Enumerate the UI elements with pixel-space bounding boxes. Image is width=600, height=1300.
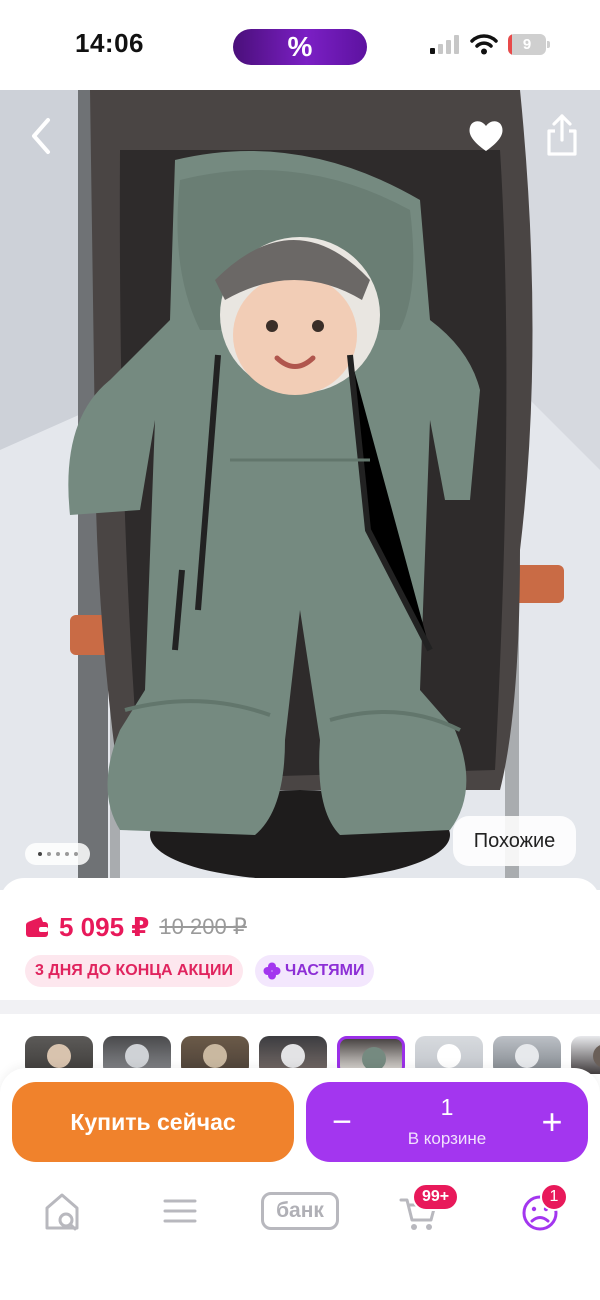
- wallet-icon: [26, 917, 48, 937]
- bank-tab[interactable]: банк: [261, 1192, 339, 1230]
- profile-notification-badge: 1: [540, 1183, 568, 1211]
- battery-icon: 9: [508, 34, 550, 55]
- pagination-dot: [37, 852, 42, 856]
- decrease-quantity-button[interactable]: −: [320, 1102, 364, 1142]
- product-gallery[interactable]: Похожие: [0, 90, 600, 890]
- back-arrow-icon[interactable]: [22, 112, 62, 160]
- signal-icon: [430, 34, 462, 54]
- wifi-icon: [470, 34, 498, 55]
- cart-quantity: 1: [440, 1094, 454, 1120]
- clover-icon: [263, 962, 281, 980]
- price-card: 5 095 ₽ 10 200 ₽ 3 ДНЯ ДО КОНЦА АКЦИИ ЧА…: [0, 878, 600, 1000]
- section-divider: [0, 1000, 600, 1014]
- bottom-tab-bar: банк 99+ 1: [0, 1176, 600, 1246]
- installments-badge[interactable]: ЧАСТЯМИ: [255, 955, 375, 987]
- cart-count-badge: 99+: [412, 1183, 460, 1211]
- status-time: 14:06: [75, 28, 144, 58]
- status-bar: 14:06 % 9: [0, 0, 600, 90]
- promo-pill[interactable]: %: [233, 29, 367, 65]
- pagination-dot: [55, 852, 60, 856]
- installments-label: ЧАСТЯМИ: [285, 962, 365, 979]
- in-cart-label: В корзине: [407, 1129, 487, 1148]
- price-current: 5 095 ₽: [59, 911, 150, 942]
- thumbnail-strip[interactable]: [0, 1014, 600, 1074]
- pagination-dot: [64, 852, 69, 856]
- catalog-menu-icon[interactable]: [162, 1188, 198, 1234]
- product-photo[interactable]: [0, 90, 600, 890]
- similar-button[interactable]: Похожие: [453, 816, 576, 866]
- cart-quantity-control: − 1 В корзине +: [306, 1082, 588, 1162]
- home-search-icon[interactable]: [42, 1188, 82, 1234]
- increase-quantity-button[interactable]: +: [530, 1101, 574, 1142]
- buy-now-button[interactable]: Купить сейчас: [12, 1082, 294, 1162]
- heart-icon[interactable]: [466, 116, 506, 156]
- price-old: 10 200 ₽: [159, 914, 247, 939]
- share-icon[interactable]: [544, 112, 580, 158]
- sale-countdown-badge[interactable]: 3 ДНЯ ДО КОНЦА АКЦИИ: [25, 955, 243, 987]
- price-row: 5 095 ₽ 10 200 ₽: [25, 910, 247, 944]
- gallery-pagination: [25, 843, 90, 865]
- pagination-dot: [46, 852, 51, 856]
- battery-level: 9: [522, 36, 532, 53]
- pagination-dot: [73, 852, 78, 856]
